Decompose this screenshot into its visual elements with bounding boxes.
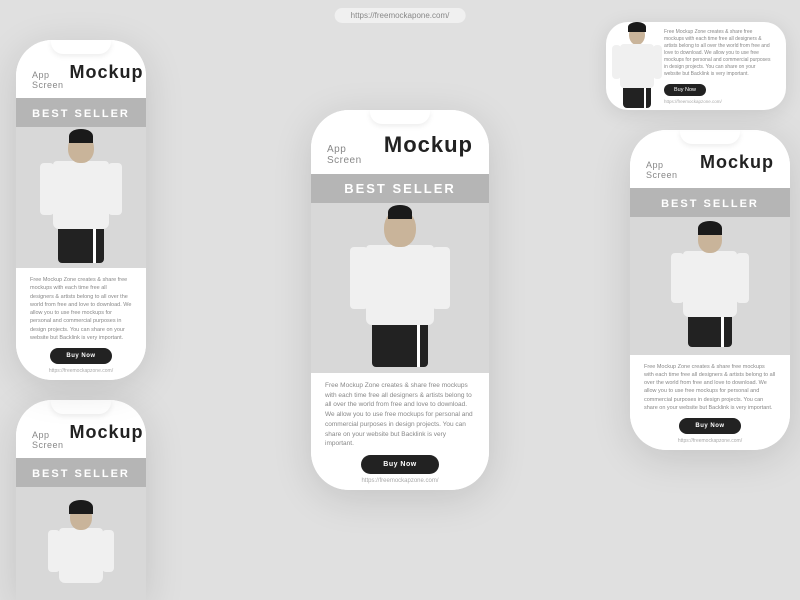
phone-bottom-left: App Screen Mockup Best Seller	[16, 400, 146, 600]
phone-url-left: https://freemockapzone.com/	[30, 368, 132, 374]
best-seller-banner-center: Best Seller	[311, 174, 489, 203]
model-figure-left	[53, 133, 109, 263]
fig-stripe-c	[417, 325, 420, 367]
fig-arm-right-bl	[102, 530, 114, 572]
fig-arm-right-r	[736, 253, 749, 303]
phone-url-center: https://freemockapzone.com/	[325, 478, 475, 484]
fig-head-r	[698, 225, 722, 253]
mockup-label-right: Mockup	[700, 152, 774, 173]
app-label-bl: App Screen	[32, 430, 64, 450]
phone-content-center: Free Mockup Zone creates & share free mo…	[311, 373, 489, 490]
model-area-center	[311, 203, 489, 373]
best-seller-banner-bl: Best Seller	[16, 458, 146, 487]
fig-arm-left-bl	[48, 530, 60, 572]
mockup-label-center: Mockup	[384, 132, 473, 158]
phone-center-header: App Screen Mockup	[311, 110, 489, 174]
phone-bottom-left-header: App Screen Mockup	[16, 400, 146, 458]
small-fig-body	[620, 44, 654, 88]
fig-head-bl	[70, 504, 92, 530]
fig-head	[68, 133, 94, 163]
fig-hair-c	[388, 205, 412, 219]
url-bar: https://freemockapone.com/	[335, 8, 466, 23]
fig-hair	[69, 129, 93, 143]
small-fig-arm-l	[612, 45, 621, 79]
scene: https://freemockapone.com/ App Screen Mo…	[0, 0, 800, 600]
phone-desc-center: Free Mockup Zone creates & share free mo…	[325, 381, 475, 449]
buy-button-center[interactable]: Buy Now	[361, 455, 438, 474]
phone-right-header: App Screen Mockup	[630, 130, 790, 188]
model-figure-bl	[59, 504, 103, 583]
phone-content-left: Free Mockup Zone creates & share free mo…	[16, 268, 146, 380]
fig-head-c	[384, 209, 416, 247]
fig-arm-left	[40, 163, 54, 215]
model-figure-right	[683, 225, 737, 347]
fig-hair-bl	[69, 500, 93, 514]
card-text: Free Mockup Zone creates & share free mo…	[664, 29, 772, 104]
fig-arm-right	[108, 163, 122, 215]
fig-body-c	[366, 245, 434, 325]
fig-arm-right-c	[432, 247, 450, 309]
card-url: https://freemockapzone.com/	[664, 99, 772, 104]
model-area-right	[630, 217, 790, 355]
fig-pants-c	[372, 325, 428, 367]
fig-body-r	[683, 251, 737, 317]
phone-desc-left: Free Mockup Zone creates & share free mo…	[30, 276, 132, 342]
model-figure-center	[366, 209, 434, 367]
fig-stripe-r	[721, 317, 724, 347]
fig-hair-r	[698, 221, 722, 235]
phone-right: App Screen Mockup Best Seller	[630, 130, 790, 450]
card-buy-button[interactable]: Buy Now	[664, 84, 706, 96]
fig-arm-left-r	[671, 253, 684, 303]
model-area-bl	[16, 487, 146, 600]
fig-arm-left-c	[350, 247, 368, 309]
app-label-left: App Screen	[32, 70, 64, 90]
card-right-top: Free Mockup Zone creates & share free mo…	[606, 22, 786, 110]
fig-body-bl	[59, 528, 103, 583]
small-fig-head	[629, 25, 645, 45]
fig-body	[53, 161, 109, 229]
mockup-label-left: Mockup	[70, 62, 144, 83]
small-fig-pants	[623, 88, 651, 108]
phone-left-header: App Screen Mockup	[16, 40, 146, 98]
phone-url-right: https://freemockapzone.com/	[644, 438, 776, 444]
buy-button-left[interactable]: Buy Now	[50, 348, 111, 364]
app-label-center: App Screen	[327, 144, 378, 166]
small-fig-hair	[628, 22, 646, 32]
fig-pants-r	[688, 317, 732, 347]
phone-desc-right: Free Mockup Zone creates & share free mo…	[644, 363, 776, 413]
small-fig-stripe	[644, 88, 646, 108]
phone-left: App Screen Mockup Best Seller	[16, 40, 146, 380]
card-figure	[620, 25, 654, 108]
phone-center: App Screen Mockup Best Seller	[311, 110, 489, 490]
small-fig-arm-r	[653, 45, 662, 79]
model-area-left	[16, 127, 146, 268]
best-seller-banner-left: Best Seller	[16, 98, 146, 127]
mockup-label-bl: Mockup	[70, 422, 144, 443]
buy-button-right[interactable]: Buy Now	[679, 418, 740, 434]
phone-content-right: Free Mockup Zone creates & share free mo…	[630, 355, 790, 451]
best-seller-banner-right: Best Seller	[630, 188, 790, 217]
card-desc: Free Mockup Zone creates & share free mo…	[664, 29, 772, 78]
fig-stripe	[93, 229, 96, 263]
app-label-right: App Screen	[646, 160, 694, 180]
fig-pants	[58, 229, 104, 263]
